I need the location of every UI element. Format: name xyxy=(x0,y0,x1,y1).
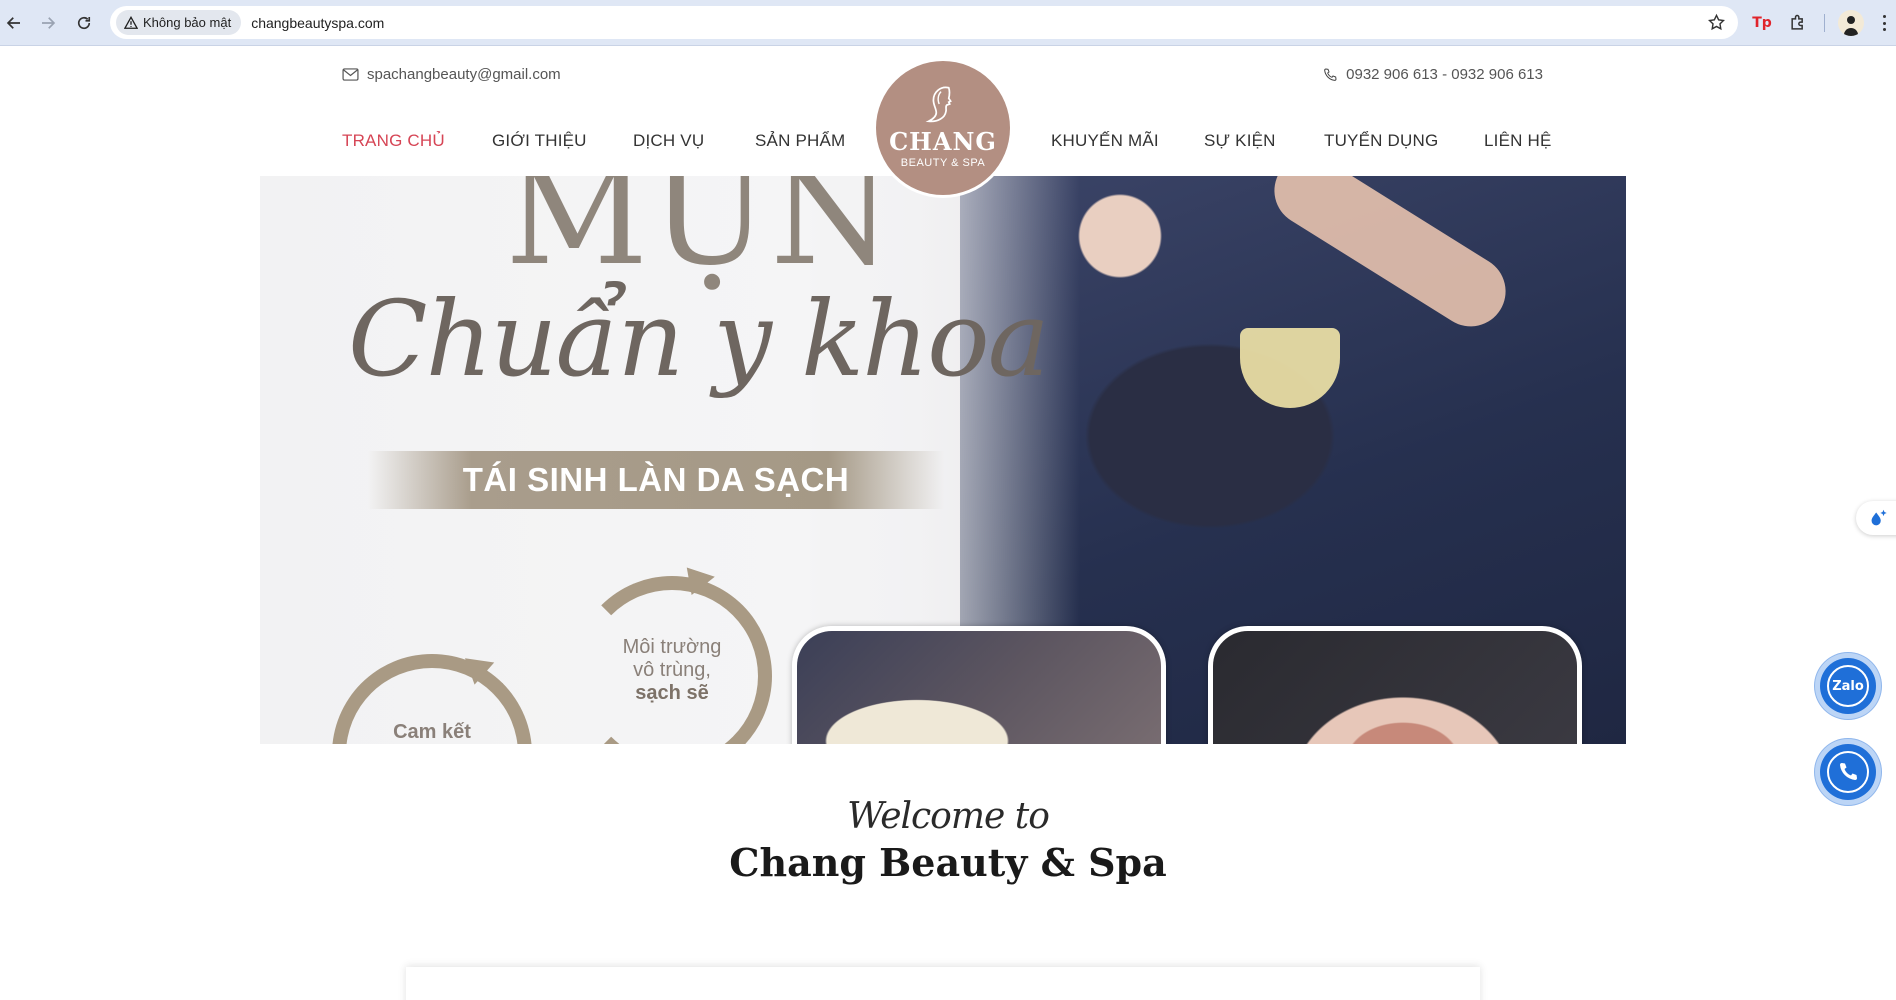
web-page: spachangbeauty@gmail.com 0932 906 613 - … xyxy=(0,46,1896,1000)
ring-caption-2: Cam kết xyxy=(393,721,471,743)
phone-icon xyxy=(1324,67,1337,81)
reload-button[interactable] xyxy=(72,11,96,35)
phone-text: 0932 906 613 - 0932 906 613 xyxy=(1346,66,1543,83)
woman-profile-icon xyxy=(925,86,952,122)
ring-caption-1: Môi trường vô trùng, sạch sẽ xyxy=(622,636,722,704)
logo-subtitle: BEAUTY & SPA xyxy=(900,156,986,169)
header-phone[interactable]: 0932 906 613 - 0932 906 613 xyxy=(1322,66,1543,83)
arrow-icon xyxy=(686,562,718,596)
site-logo[interactable]: CHANG BEAUTY & SPA xyxy=(873,58,1013,198)
tp-extension-icon: Tp xyxy=(1752,15,1772,31)
welcome-script: Welcome to xyxy=(847,796,1050,837)
email-text: spachangbeauty@gmail.com xyxy=(367,66,561,83)
arrow-left-icon xyxy=(6,17,20,29)
browser-toolbar: Không bảo mật changbeautyspa.com Tp xyxy=(0,0,1896,46)
envelope-icon xyxy=(342,68,359,81)
security-label: Không bảo mật xyxy=(143,15,232,30)
content-card xyxy=(406,967,1480,1000)
call-button[interactable] xyxy=(1820,744,1876,800)
sparkle-drop-icon xyxy=(1871,509,1887,526)
forward-button[interactable] xyxy=(36,11,60,35)
welcome-title: Chang Beauty & Spa xyxy=(729,840,1167,885)
logo-name: CHANG xyxy=(889,126,997,156)
nav-item-careers[interactable]: TUYỂN DỤNG xyxy=(1324,131,1438,151)
treatment-photo xyxy=(792,626,1166,744)
puzzle-icon xyxy=(1791,14,1803,30)
nav-item-home[interactable]: TRANG CHỦ xyxy=(342,131,445,151)
url-text[interactable]: changbeautyspa.com xyxy=(251,15,384,31)
extensions-button[interactable] xyxy=(1786,11,1810,35)
address-bar[interactable]: Không bảo mật changbeautyspa.com xyxy=(110,6,1738,39)
extension-tp[interactable]: Tp xyxy=(1750,11,1774,35)
treatment-photo xyxy=(1208,626,1582,744)
hero-script-text: Chuẩn y khoa xyxy=(348,278,1050,400)
hero-ribbon-text: TÁI SINH LÀN DA SẠCH xyxy=(462,461,850,498)
nav-item-products[interactable]: SẢN PHẨM xyxy=(755,131,845,151)
nav-item-promotions[interactable]: KHUYẾN MÃI xyxy=(1051,131,1159,151)
nav-item-about[interactable]: GIỚI THIỆU xyxy=(492,131,587,151)
bookmark-star-icon[interactable] xyxy=(1707,13,1726,32)
hero-banner[interactable]: MỤN Chuẩn y khoa TÁI SINH LÀN DA SẠCH Mô… xyxy=(260,176,1626,744)
warning-icon xyxy=(124,15,138,29)
nav-item-contact[interactable]: LIÊN HỆ xyxy=(1484,131,1552,151)
zalo-chat-button[interactable]: Zalo xyxy=(1820,658,1876,714)
zalo-icon: Zalo xyxy=(1827,665,1869,707)
header-email[interactable]: spachangbeauty@gmail.com xyxy=(342,66,561,83)
back-button[interactable] xyxy=(2,11,26,35)
hero-headline: MỤN xyxy=(505,176,895,297)
toolbar-divider xyxy=(1824,14,1825,32)
zalo-label: Zalo xyxy=(1832,678,1864,694)
phone-call-icon xyxy=(1827,751,1869,793)
ai-assistant-button[interactable] xyxy=(1856,501,1896,535)
browser-menu-button[interactable] xyxy=(1874,13,1894,33)
logo-badge: CHANG BEAUTY & SPA xyxy=(876,61,1010,195)
reload-icon xyxy=(77,16,91,30)
security-indicator[interactable]: Không bảo mật xyxy=(116,10,242,35)
hero-ribbon: TÁI SINH LÀN DA SẠCH xyxy=(368,451,944,509)
profile-avatar[interactable] xyxy=(1838,10,1864,36)
arrow-right-icon xyxy=(42,17,56,29)
nav-item-services[interactable]: DỊCH VỤ xyxy=(633,131,704,151)
nav-item-events[interactable]: SỰ KIỆN xyxy=(1204,131,1276,151)
